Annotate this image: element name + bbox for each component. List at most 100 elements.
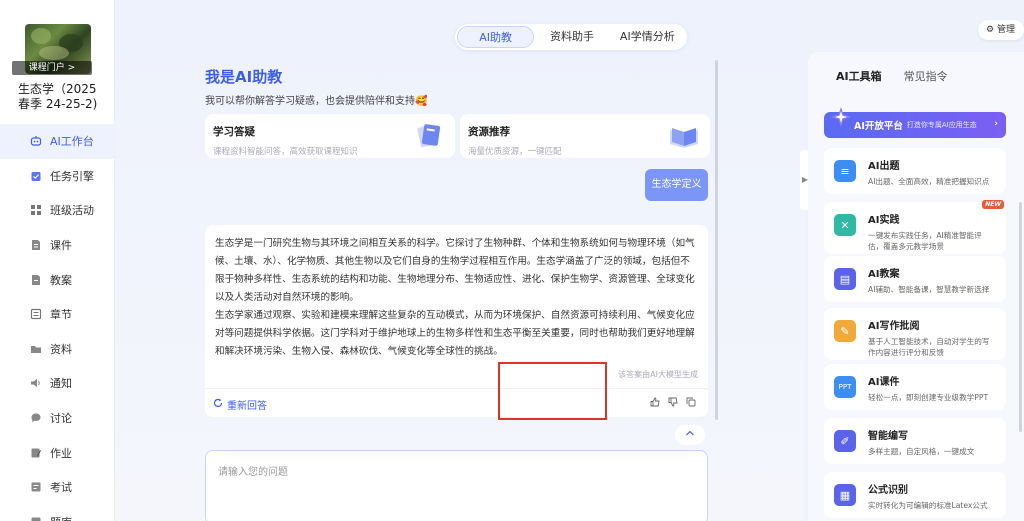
sidebar-item-question-bank[interactable]: 题库 <box>0 505 115 521</box>
sidebar-item-chapter[interactable]: 章节 <box>0 297 115 332</box>
exam-icon <box>30 481 42 493</box>
sidebar-item-label: 考试 <box>50 481 72 495</box>
sidebar-item-label: 讨论 <box>50 412 72 426</box>
sidebar-item-materials[interactable]: 资料 <box>0 332 115 367</box>
homework-icon <box>30 447 42 459</box>
sidebar-item-ai-workbench[interactable]: AI工作台 <box>0 124 115 159</box>
divider <box>205 388 708 389</box>
tool-desc: 基于人工智能技术，自动对学生的写作内容进行评分和反馈 <box>868 337 990 357</box>
tool-name: AI出题 <box>868 161 900 172</box>
answer-actions <box>650 397 696 407</box>
tool-smart-compose[interactable]: ✐ 智能编写 多样主题，自定风格，一键成文 <box>824 418 1006 464</box>
ai-open-platform-banner[interactable]: AI开放平台 打造你专属AI应用生态 › <box>824 107 1006 138</box>
tab-common-commands[interactable]: 常见指令 <box>904 68 948 84</box>
sidebar-item-label: 教案 <box>50 273 72 287</box>
sidebar-item-label: 资料 <box>50 342 72 356</box>
card-desc: 海量优质资源，一键匹配 <box>468 147 562 157</box>
chevron-up-icon <box>685 429 695 440</box>
collapse-up-button[interactable] <box>675 425 705 445</box>
tool-desc: 实时转化为可编辑的标准Latex公式 <box>868 501 988 510</box>
tab-ai-toolbox[interactable]: AI工具箱 <box>836 68 882 84</box>
tool-ai-practice[interactable]: ✕ AI实践 一键发布实践任务，AI精准智能评估，覆盖多元教学场景 NEW <box>824 200 1006 254</box>
sidebar-item-homework[interactable]: 作业 <box>0 435 115 470</box>
sidebar-nav: AI工作台 任务引擎 班级活动 课件 教案 章节 资料 通知 讨论 作业 考试 <box>0 124 115 521</box>
question-bank-icon <box>30 516 42 521</box>
sidebar: 课程门户 > 生态学（2025春季 24-25-2) AI工作台 任务引擎 班级… <box>0 0 115 521</box>
manage-label: 管理 <box>996 25 1015 35</box>
sidebar-item-label: 章节 <box>50 308 72 322</box>
tool-ai-writing-review[interactable]: ✎ AI写作批阅 基于人工智能技术，自动对学生的写作内容进行评分和反馈 <box>824 308 1006 360</box>
sidebar-item-label: AI工作台 <box>50 135 94 149</box>
open-book-icon <box>670 128 698 148</box>
right-tabs: AI工具箱 常见指令 <box>836 68 948 84</box>
right-panel-scrollbar[interactable] <box>1019 202 1022 432</box>
mode-tabs: AI助教 资料助手 AI学情分析 <box>455 24 687 50</box>
card-title: 资源推荐 <box>468 126 510 138</box>
manage-button[interactable]: ⚙ 管理 <box>978 20 1024 40</box>
lesson-plan-icon: ▤ <box>834 268 856 290</box>
sidebar-item-label: 任务引擎 <box>50 169 94 183</box>
card-title: 学习答疑 <box>213 126 255 138</box>
sparkle-icon <box>831 107 851 127</box>
compose-icon: ✐ <box>834 430 856 452</box>
tab-ai-assistant[interactable]: AI助教 <box>457 26 535 48</box>
chapter-icon <box>30 308 42 320</box>
tool-desc: 多样主题，自定风格，一键成文 <box>868 447 975 456</box>
sidebar-item-label: 题库 <box>50 514 72 521</box>
tool-ai-quiz[interactable]: ≡ AI出题 AI出题、全面高效，精准把握知识点 <box>824 148 1006 194</box>
hero-title: 我是AI助教 <box>205 68 283 86</box>
tool-desc: AI辅助、智能备课，智慧教学新选择 <box>868 285 990 294</box>
speaker-icon <box>30 377 42 389</box>
tab-material-assistant[interactable]: 资料助手 <box>534 26 609 48</box>
regenerate-button[interactable]: 重新回答 <box>213 397 267 412</box>
tool-ai-lesson-plan[interactable]: ▤ AI教案 AI辅助、智能备课，智慧教学新选择 <box>824 256 1006 302</box>
card-desc: 课程资料智能问答，高效获取课程知识 <box>213 147 358 157</box>
refresh-icon <box>213 398 223 411</box>
lesson-plan-icon <box>30 274 42 286</box>
chevron-right-icon: › <box>994 119 998 129</box>
sidebar-item-task-engine[interactable]: 任务引擎 <box>0 159 115 194</box>
tool-desc: AI出题、全面高效，精准把握知识点 <box>868 177 990 186</box>
card-resource-recommend[interactable]: 资源推荐 海量优质资源，一键匹配 <box>460 114 710 158</box>
task-icon <box>30 170 42 182</box>
book-stack-icon <box>417 124 441 148</box>
quiz-icon: ≡ <box>834 160 856 182</box>
hero-subtitle: 我可以帮你解答学习疑惑，也会提供陪伴和支持🥰 <box>205 96 428 107</box>
sidebar-item-label: 班级活动 <box>50 204 94 218</box>
sidebar-item-notice[interactable]: 通知 <box>0 366 115 401</box>
copy-icon[interactable] <box>686 397 696 407</box>
sidebar-item-discussion[interactable]: 讨论 <box>0 401 115 436</box>
tool-name: AI写作批阅 <box>868 321 920 332</box>
banner-title: AI开放平台 <box>854 121 903 132</box>
formula-icon: ▦ <box>834 484 856 506</box>
sidebar-item-label: 作业 <box>50 446 72 460</box>
tool-desc: 一键发布实践任务，AI精准智能评估，覆盖多元教学场景 <box>868 231 982 251</box>
card-study-qa[interactable]: 学习答疑 课程资料智能问答，高效获取课程知识 <box>205 114 455 158</box>
thumbs-up-icon[interactable] <box>650 397 660 407</box>
courseware-icon <box>30 239 42 251</box>
tool-name: AI课件 <box>868 377 900 388</box>
chat-scrollbar[interactable] <box>715 60 718 420</box>
sidebar-item-lesson-plan[interactable]: 教案 <box>0 262 115 297</box>
gear-icon: ⚙ <box>986 25 995 35</box>
user-message-bubble: 生态学定义 <box>645 169 708 201</box>
tool-ai-courseware[interactable]: PPT AI课件 轻松一点，即刻创建专业级教学PPT <box>824 364 1006 410</box>
question-input[interactable]: 请输入您的问题 <box>205 450 708 521</box>
chat-icon <box>30 412 42 424</box>
course-portal-link[interactable]: 课程门户 > <box>12 61 92 75</box>
sidebar-item-courseware[interactable]: 课件 <box>0 228 115 263</box>
chat-area: AI助教 资料助手 AI学情分析 我是AI助教 我可以帮你解答学习疑惑，也会提供… <box>115 0 805 521</box>
grid-icon <box>30 204 42 216</box>
practice-icon: ✕ <box>834 214 856 236</box>
sidebar-item-label: 通知 <box>50 377 72 391</box>
thumbs-down-icon[interactable] <box>668 397 678 407</box>
sidebar-item-exam[interactable]: 考试 <box>0 470 115 505</box>
tool-formula-recognition[interactable]: ▦ 公式识别 实时转化为可编辑的标准Latex公式 <box>824 472 1006 518</box>
tool-name: 公式识别 <box>868 485 908 496</box>
sidebar-item-class-activity[interactable]: 班级活动 <box>0 193 115 228</box>
banner-subtitle: 打造你专属AI应用生态 <box>906 121 977 129</box>
regenerate-label: 重新回答 <box>227 401 267 412</box>
tab-learning-analysis[interactable]: AI学情分析 <box>610 26 685 48</box>
highlight-annotation-box <box>498 362 607 420</box>
tool-name: AI教案 <box>868 269 900 280</box>
